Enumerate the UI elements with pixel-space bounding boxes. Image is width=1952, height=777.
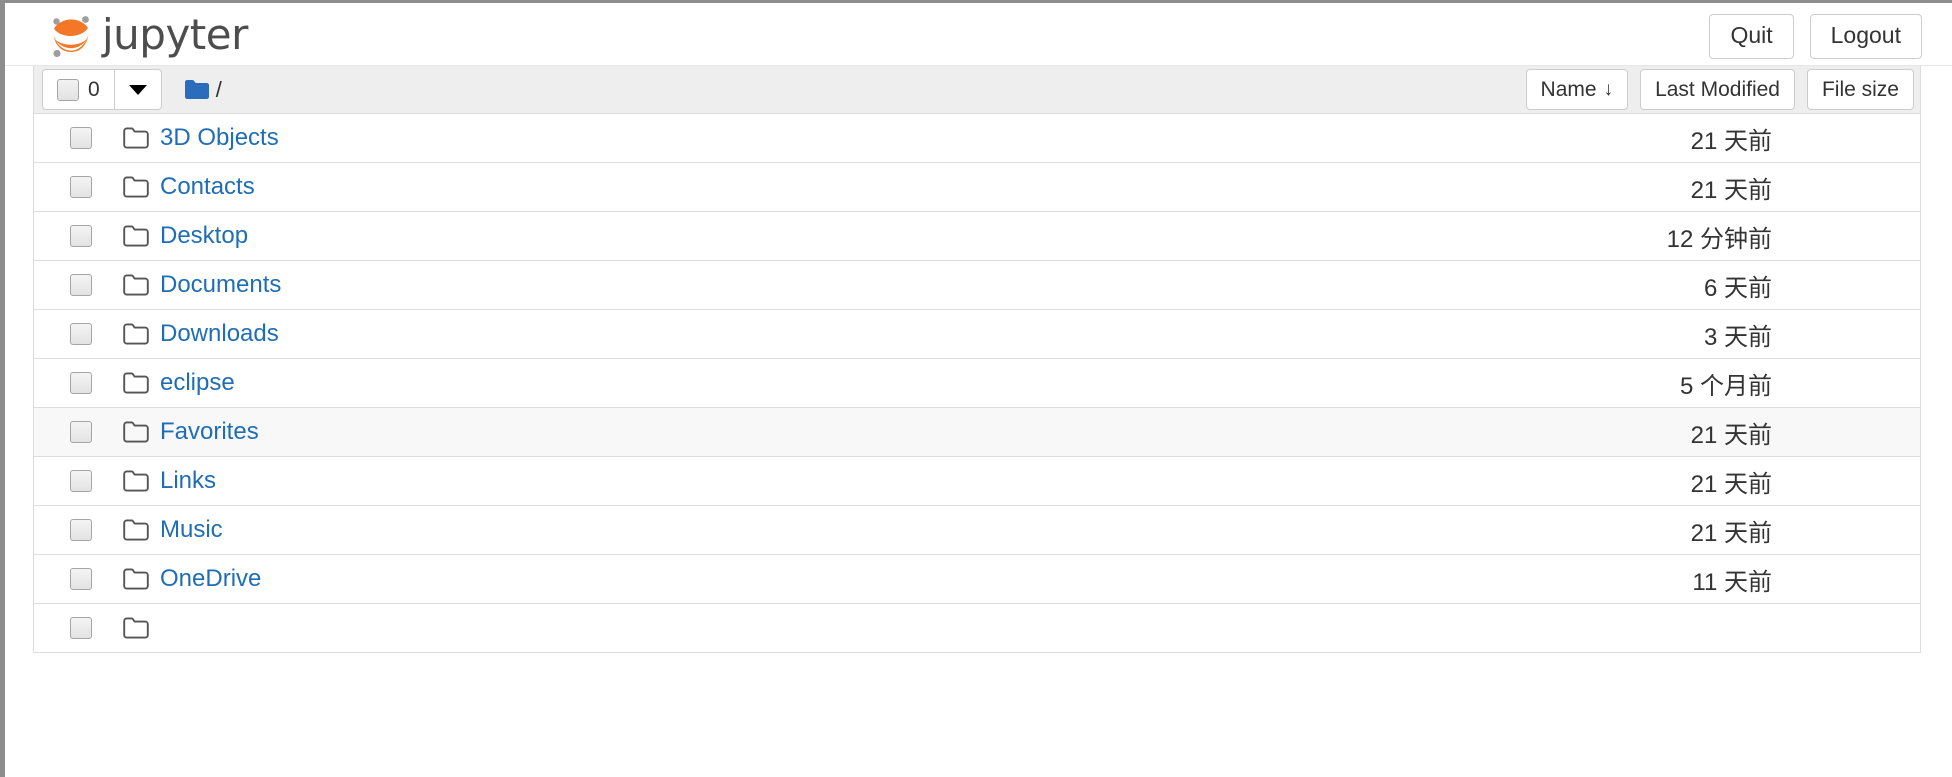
selection-count: 0 xyxy=(88,77,100,101)
folder-icon xyxy=(123,519,149,541)
jupyter-logo-icon xyxy=(48,10,94,60)
file-browser-container: 0 / Name ↓ Last Modified File size 3D Ob… xyxy=(33,66,1921,653)
select-all-button[interactable]: 0 xyxy=(42,69,115,110)
file-name-link[interactable]: Downloads xyxy=(160,320,279,348)
file-name-link[interactable]: Documents xyxy=(160,271,281,299)
breadcrumb: / xyxy=(184,77,222,103)
table-row[interactable]: Favorites 21 天前 xyxy=(34,408,1920,457)
sort-by-file-size-button[interactable]: File size xyxy=(1806,69,1914,110)
last-modified-cell: 3 天前 xyxy=(1703,323,1772,351)
row-checkbox[interactable] xyxy=(70,568,92,590)
sort-by-last-modified-button[interactable]: Last Modified xyxy=(1640,69,1795,110)
table-row[interactable]: Links 21 天前 xyxy=(34,457,1920,506)
table-row[interactable]: Desktop 12 分钟前 xyxy=(34,212,1920,261)
folder-icon xyxy=(123,470,149,492)
last-modified-cell: 21 天前 xyxy=(1690,176,1772,204)
sort-by-name-button[interactable]: Name ↓ xyxy=(1525,69,1629,110)
table-row[interactable]: Documents 6 天前 xyxy=(34,261,1920,310)
folder-icon xyxy=(123,617,149,639)
folder-icon[interactable] xyxy=(184,79,210,100)
sort-last-modified-label: Last Modified xyxy=(1655,77,1780,101)
last-modified-cell: 21 天前 xyxy=(1690,421,1772,449)
folder-icon xyxy=(123,274,149,296)
brand-title: jupyter xyxy=(102,10,248,59)
file-list-toolbar: 0 / Name ↓ Last Modified File size xyxy=(34,66,1920,114)
file-name-link[interactable]: Favorites xyxy=(160,418,259,446)
table-row[interactable]: OneDrive 11 天前 xyxy=(34,555,1920,604)
file-name-link[interactable]: eclipse xyxy=(160,369,235,397)
arrow-down-icon: ↓ xyxy=(1603,79,1614,100)
table-row[interactable] xyxy=(34,604,1920,653)
table-row[interactable]: Downloads 3 天前 xyxy=(34,310,1920,359)
file-list: 3D Objects 21 天前 Contacts 21 天前 Desktop … xyxy=(34,114,1920,653)
folder-icon xyxy=(123,176,149,198)
row-checkbox[interactable] xyxy=(70,225,92,247)
select-all-checkbox[interactable] xyxy=(57,78,79,101)
selection-dropdown-button[interactable] xyxy=(114,69,162,110)
sort-button-group: Name ↓ Last Modified File size xyxy=(1525,69,1914,110)
sort-file-size-label: File size xyxy=(1821,77,1899,101)
folder-icon xyxy=(123,127,149,149)
row-checkbox[interactable] xyxy=(70,323,92,345)
row-checkbox[interactable] xyxy=(70,470,92,492)
jupyter-brand-link[interactable]: jupyter xyxy=(48,7,248,63)
table-row[interactable]: Music 21 天前 xyxy=(34,506,1920,555)
last-modified-cell: 21 天前 xyxy=(1690,470,1772,498)
quit-button[interactable]: Quit xyxy=(1709,14,1794,60)
row-checkbox[interactable] xyxy=(70,372,92,394)
table-row[interactable]: eclipse 5 个月前 xyxy=(34,359,1920,408)
folder-icon xyxy=(123,372,149,394)
row-checkbox[interactable] xyxy=(70,421,92,443)
last-modified-cell: 11 天前 xyxy=(1692,568,1772,596)
folder-icon xyxy=(123,323,149,345)
folder-icon xyxy=(123,568,149,590)
file-name-link[interactable]: Desktop xyxy=(160,222,248,250)
file-name-link[interactable]: Contacts xyxy=(160,173,255,201)
logout-button[interactable]: Logout xyxy=(1809,14,1922,60)
file-name-link[interactable]: 3D Objects xyxy=(160,124,279,152)
header-button-group: Quit Logout xyxy=(1709,14,1922,60)
file-name-link[interactable]: Music xyxy=(160,516,223,544)
file-name-link[interactable]: OneDrive xyxy=(160,565,261,593)
jupyter-notebook-page: jupyter Quit Logout 0 / Name ↓ Last Modi… xyxy=(0,0,1952,777)
last-modified-cell: 6 天前 xyxy=(1703,274,1772,302)
table-row[interactable]: Contacts 21 天前 xyxy=(34,163,1920,212)
last-modified-cell: 5 个月前 xyxy=(1679,372,1772,400)
caret-down-icon xyxy=(128,84,147,95)
sort-name-label: Name xyxy=(1540,77,1597,101)
row-checkbox[interactable] xyxy=(70,127,92,149)
last-modified-cell: 21 天前 xyxy=(1690,127,1772,155)
last-modified-cell: 12 分钟前 xyxy=(1666,225,1772,253)
page-header: jupyter Quit Logout xyxy=(5,3,1952,66)
row-checkbox[interactable] xyxy=(70,617,92,639)
row-checkbox[interactable] xyxy=(70,176,92,198)
breadcrumb-path[interactable]: / xyxy=(216,77,222,103)
last-modified-cell: 21 天前 xyxy=(1690,519,1772,547)
row-checkbox[interactable] xyxy=(70,274,92,296)
folder-icon xyxy=(123,421,149,443)
row-checkbox[interactable] xyxy=(70,519,92,541)
selection-button-group: 0 xyxy=(42,69,162,110)
folder-icon xyxy=(123,225,149,247)
table-row[interactable]: 3D Objects 21 天前 xyxy=(34,114,1920,163)
file-name-link[interactable]: Links xyxy=(160,467,216,495)
